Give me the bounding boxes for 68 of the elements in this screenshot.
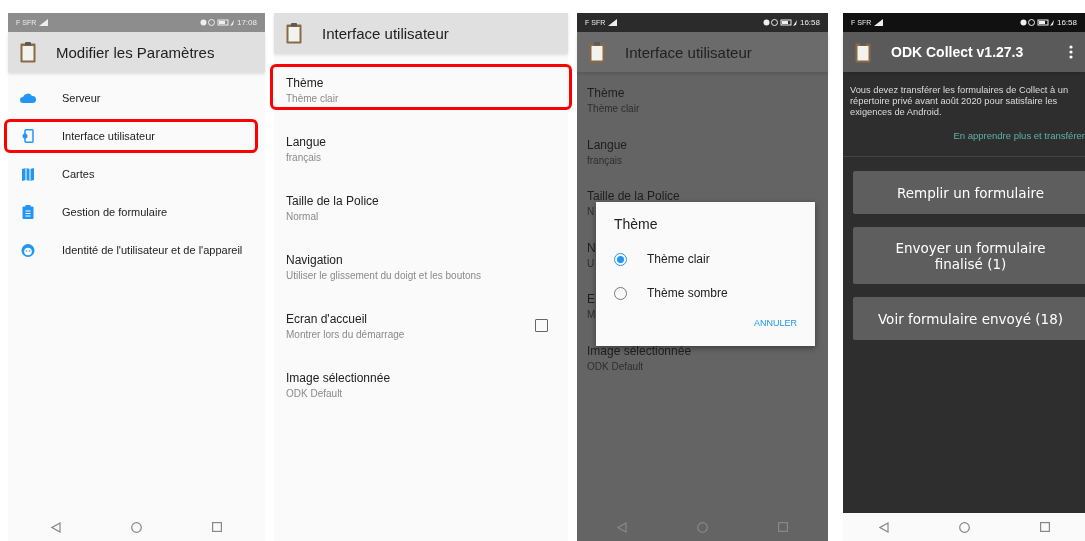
clock-time: 16:58 xyxy=(799,18,820,27)
clipboard-icon xyxy=(286,22,302,44)
settings-menu-item[interactable]: Serveur xyxy=(8,79,265,117)
preference-title: Langue xyxy=(286,135,327,149)
screen-title: Interface utilisateur xyxy=(625,43,753,61)
screen-title: Interface utilisateur xyxy=(322,24,450,42)
more-options-icon[interactable] xyxy=(1069,45,1073,59)
dialog-title: Thème xyxy=(614,216,659,232)
preference-summary: ODK Default xyxy=(286,388,343,399)
clipboard-icon xyxy=(855,41,871,63)
settings-menu-item[interactable]: Gestion de formulaire xyxy=(8,193,265,231)
preference-item[interactable]: Navigation Utiliser le glissement du doigt et les boutons xyxy=(274,236,568,295)
phone-gear-icon xyxy=(20,129,36,143)
preference-title: Thème xyxy=(587,86,625,100)
recent-apps-icon[interactable] xyxy=(778,522,788,532)
back-icon[interactable] xyxy=(878,521,889,533)
back-icon[interactable] xyxy=(51,521,61,533)
cloud-icon xyxy=(20,93,36,103)
preference-item[interactable]: Taille de la Police Normal xyxy=(274,177,568,236)
map-icon xyxy=(20,167,36,181)
screen-title: Modifier les Paramètres xyxy=(56,43,216,61)
preference-title: Ecran d'accueil xyxy=(286,312,367,326)
preference-title: Taille de la Police xyxy=(587,189,680,203)
menu-button[interactable]: Remplir un formulaire xyxy=(853,171,1085,214)
signal-icon xyxy=(874,19,884,26)
checkbox[interactable] xyxy=(535,319,548,332)
preference-title: Thème xyxy=(286,76,324,90)
home-icon[interactable] xyxy=(958,521,970,533)
preference-title: Navigation xyxy=(286,253,343,267)
preference-item[interactable]: Langue français xyxy=(274,118,568,177)
learn-more-link[interactable]: En apprendre plus et transférer xyxy=(953,130,1085,141)
screen-title: ODK Collect v1.27.3 xyxy=(891,44,1025,60)
preference-summary: Thème clair xyxy=(286,93,339,104)
preference-summary: Utiliser le glissement du doigt et les boutons xyxy=(286,270,482,281)
face-icon xyxy=(20,243,36,257)
preference-item[interactable]: Thème Thème clair xyxy=(274,59,568,118)
home-icon[interactable] xyxy=(131,521,142,533)
status-icons-drawing xyxy=(1019,19,1054,26)
preference-title: Image sélectionnée xyxy=(587,343,692,358)
settings-menu-item[interactable]: Identité de l'utilisateur et de l'appareil xyxy=(8,231,265,269)
clock-time: 17:08 xyxy=(236,18,257,27)
preference-title: Image sélectionnée xyxy=(286,371,391,385)
status-icons-drawing xyxy=(762,19,797,26)
signal-icon xyxy=(608,19,618,26)
preference-summary: français xyxy=(286,152,321,163)
settings-menu-item[interactable]: Interface utilisateur xyxy=(8,117,265,155)
preference-title: Taille de la Police xyxy=(286,194,379,208)
clipboard-list-icon xyxy=(20,205,36,219)
preference-item[interactable]: Image sélectionnée ODK Default xyxy=(274,354,568,413)
recent-apps-icon[interactable] xyxy=(212,522,222,532)
migration-notice: Vous devez transférer les formulaires de Collect à un répertoire privé avant août 2020 pour satisfaire les exigences de Android. xyxy=(849,85,1070,118)
preference-title: E xyxy=(587,292,595,306)
preference-summary: Normal xyxy=(286,211,319,222)
preference-title: Langue xyxy=(587,137,628,152)
menu-button[interactable]: Voir formulaire envoyé (18) xyxy=(853,297,1085,340)
recent-apps-icon[interactable] xyxy=(1039,522,1050,532)
preference-item[interactable]: Ecran d'accueil Montrer lors du démarrage xyxy=(274,295,568,354)
option-label[interactable]: Thème sombre xyxy=(647,286,728,300)
option-label[interactable]: Thème clair xyxy=(647,252,710,266)
menu-button[interactable]: Envoyer un formulaire finalisé (1) xyxy=(853,227,1085,284)
clock-time: 16:58 xyxy=(1056,18,1077,27)
preference-summary: Montrer lors du démarrage xyxy=(286,329,405,340)
clipboard-icon xyxy=(20,41,36,63)
clipboard-icon xyxy=(589,41,605,63)
status-icons-drawing xyxy=(199,19,234,26)
settings-menu-item[interactable]: Cartes xyxy=(8,155,265,193)
signal-icon xyxy=(39,19,49,26)
preference-title: N xyxy=(587,240,596,255)
